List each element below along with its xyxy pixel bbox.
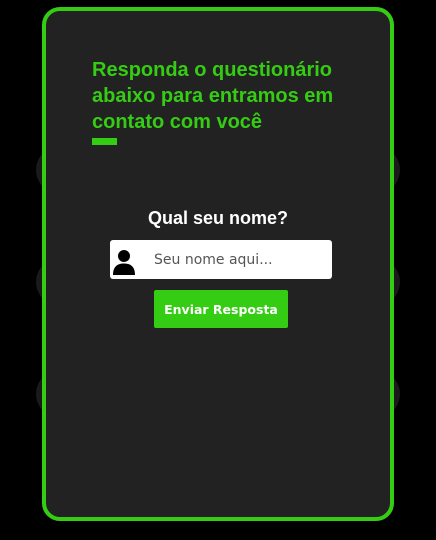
questionnaire-card: Responda o questionário abaixo para entr… (42, 7, 394, 521)
page: Responda o questionário abaixo para entr… (0, 0, 436, 540)
name-question: Qual seu nome? (147, 208, 289, 228)
name-field[interactable] (110, 240, 332, 279)
form-heading: Responda o questionário abaixo para entr… (92, 59, 334, 133)
user-icon (113, 250, 135, 275)
heading-underline (92, 138, 117, 145)
name-input[interactable] (154, 240, 324, 279)
submit-button[interactable]: Enviar Resposta (154, 290, 288, 328)
